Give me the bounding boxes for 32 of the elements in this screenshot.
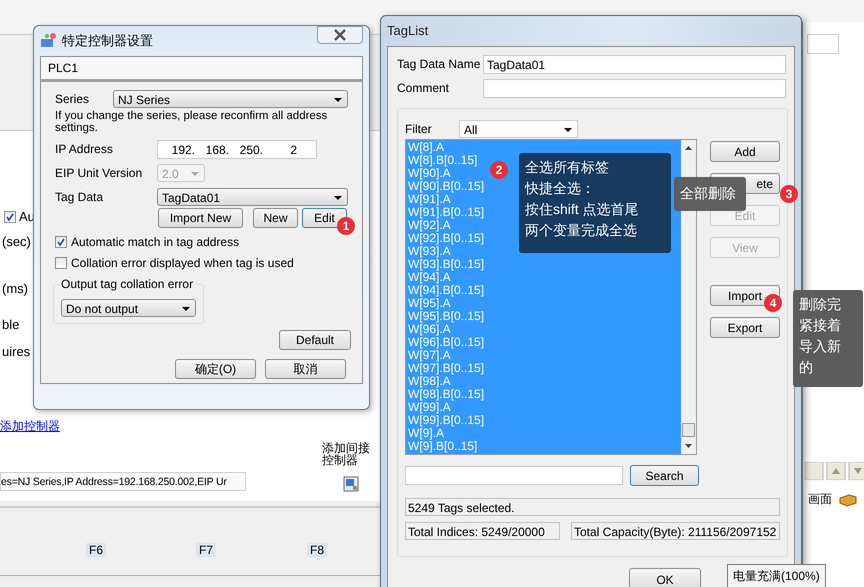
group-title: Output tag collation error (59, 277, 196, 291)
field-label: Tag Data Name (397, 57, 482, 71)
setting-label: ble (2, 317, 20, 332)
field-label: Series (55, 92, 90, 106)
status-text: 5249 Tags selected. (405, 498, 780, 516)
setting-label: uires (2, 344, 30, 359)
total-capacity-text: Total Capacity(Byte): 211156/2097152 (571, 522, 780, 540)
callout-text: 全部删除 (680, 184, 736, 203)
field-label: Filter (405, 122, 433, 136)
total-indices-text: Total Indices: 5249/20000 (405, 522, 560, 540)
field-label: Tag Data (55, 190, 104, 204)
window-title: TagList (386, 22, 430, 40)
field-label: Comment (397, 81, 450, 95)
callout-text: 两个变量完成全选 (525, 221, 637, 240)
battery-tooltip: 电量充满(100%) (727, 564, 826, 587)
callout-text: 快捷全选： (525, 179, 595, 198)
callout-text: 紧接着 (799, 316, 841, 335)
callout-text: 全选所有标签 (525, 158, 609, 177)
checkbox-label: Automatic match in tag address (71, 235, 240, 249)
panel-header: PLC1 (41, 57, 362, 82)
callout-text: 导入新 (799, 337, 841, 356)
add-indirect-controller-label: 添加间接控制器 (322, 442, 371, 466)
callout-text: 的 (799, 358, 813, 377)
checkbox-label: Collation error displayed when tag is used (71, 256, 294, 270)
notice-text: If you change the series, please reconfirm all address settings. (55, 110, 328, 134)
setting-label: (sec) (2, 234, 31, 249)
setting-label: (ms) (2, 281, 28, 296)
dialog-title: 特定控制器设置 (62, 32, 153, 50)
field-label: IP Address (55, 142, 114, 156)
callout-text: 删除完 (799, 295, 841, 314)
field-label: EIP Unit Version (55, 166, 144, 180)
callout-text: 按住shift 点选首尾 (525, 200, 639, 219)
